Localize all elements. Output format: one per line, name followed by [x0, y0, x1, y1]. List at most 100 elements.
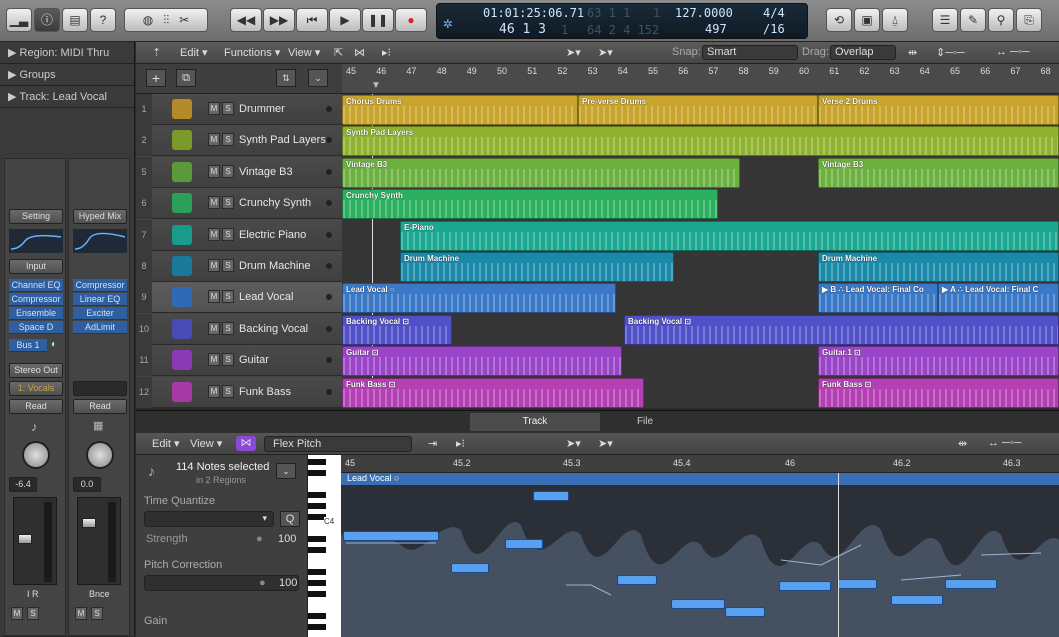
- track-mute-button[interactable]: M: [208, 133, 220, 147]
- black-key[interactable]: [308, 580, 326, 586]
- track-solo-button[interactable]: S: [222, 353, 234, 367]
- plugin-slot-2[interactable]: Compressor: [9, 293, 63, 306]
- editor-region-header[interactable]: Lead Vocal ○: [341, 473, 1059, 485]
- flex-pitch-editor[interactable]: 45 45.2 45.3 45.4 46 46.2 46.3 Lead Vocal ○: [341, 455, 1059, 637]
- track-icon[interactable]: [172, 224, 192, 245]
- record-enable-icon[interactable]: [326, 137, 332, 144]
- playhead-marker-icon[interactable]: ▼: [371, 80, 381, 91]
- send-knob-icon[interactable]: ◐: [51, 339, 57, 350]
- track-header-guitar[interactable]: 11 M S Guitar: [136, 345, 342, 377]
- mute-button[interactable]: M: [11, 607, 23, 620]
- pitch-note[interactable]: [779, 581, 831, 591]
- plugin-slot-3[interactable]: Exciter: [73, 307, 127, 320]
- stop-button[interactable]: ❚❚: [362, 8, 394, 32]
- pitch-slider-knob[interactable]: ●: [259, 577, 266, 589]
- track-icon[interactable]: [172, 256, 192, 276]
- group-slot[interactable]: [73, 381, 127, 396]
- back-arrow-icon[interactable]: ⇡: [152, 46, 161, 59]
- catch-icon[interactable]: ⇥: [428, 437, 437, 450]
- record-enable-icon[interactable]: [326, 388, 332, 395]
- track-icon[interactable]: [172, 161, 192, 182]
- bar-ruler[interactable]: 45 46 47 48 49 50 51 52 53 54 55 56 57 58 59 60 61 62 63 64…: [342, 64, 1059, 94]
- drum-machine-region-2[interactable]: Drum Machine: [818, 252, 1059, 282]
- horizontal-zoom-slider[interactable]: ↔ ─◦─: [996, 46, 1030, 58]
- track-list-button[interactable]: ⌄: [308, 69, 328, 87]
- waveform-zoom-icon[interactable]: ⇹: [908, 46, 917, 59]
- record-enable-icon[interactable]: [326, 325, 332, 332]
- count-in-button[interactable]: ▣: [854, 8, 880, 32]
- eq-thumbnail[interactable]: [73, 229, 127, 253]
- pencil-tool-icon[interactable]: ➤▾: [598, 46, 613, 59]
- input-record-buttons[interactable]: I R: [27, 589, 39, 599]
- edit-menu[interactable]: Edit ▾: [180, 46, 208, 59]
- volume-readout[interactable]: -6.4: [9, 477, 37, 492]
- rewind-button[interactable]: ◀◀: [230, 8, 262, 32]
- guitar-region-1[interactable]: Guitar ⊡: [342, 346, 622, 377]
- drum-machine-region-1[interactable]: Drum Machine: [400, 252, 674, 282]
- lead-vocal-region[interactable]: Lead Vocal ○: [342, 283, 616, 314]
- output-button[interactable]: Stereo Out: [9, 363, 63, 378]
- track-lanes[interactable]: Chorus Drums Pre-verse Drums Verse 2 Drums…: [342, 94, 1059, 408]
- black-key[interactable]: [308, 503, 326, 509]
- setting-button[interactable]: Hyped Mix: [73, 209, 127, 224]
- pitch-note[interactable]: [671, 599, 725, 609]
- track-icon[interactable]: [172, 99, 192, 119]
- vertical-zoom-slider[interactable]: ⇕─◦─: [936, 46, 965, 59]
- funk-bass-region-1[interactable]: Funk Bass ⊡: [342, 377, 644, 408]
- add-track-button[interactable]: +: [146, 69, 166, 87]
- track-solo-button[interactable]: S: [222, 227, 234, 241]
- track-mute-button[interactable]: M: [208, 102, 220, 115]
- pitch-waveform[interactable]: [341, 485, 1059, 637]
- toolbar-button[interactable]: ▤: [62, 8, 88, 32]
- group-button[interactable]: 1: Vocals: [9, 381, 63, 396]
- crunchy-synth-region[interactable]: Crunchy Synth: [342, 189, 718, 220]
- track-solo-button[interactable]: S: [222, 290, 234, 304]
- track-header-vintage-b3[interactable]: 5 M S Vintage B3: [136, 156, 342, 188]
- black-key[interactable]: [308, 536, 326, 542]
- epiano-region[interactable]: E-Piano: [400, 220, 1059, 251]
- black-key[interactable]: [308, 459, 326, 465]
- track-mute-button[interactable]: M: [208, 384, 220, 398]
- editor-edit-menu[interactable]: Edit ▾: [152, 437, 180, 450]
- functions-menu[interactable]: Functions ▾: [224, 46, 280, 59]
- track-inspector-header[interactable]: ▶ Track: Lead Vocal: [0, 86, 134, 108]
- record-enable-icon[interactable]: [326, 200, 332, 207]
- track-solo-button[interactable]: S: [222, 384, 234, 398]
- pitch-note[interactable]: [533, 491, 569, 501]
- pitch-note[interactable]: [725, 607, 765, 617]
- editor-ruler[interactable]: 45 45.2 45.3 45.4 46 46.2 46.3: [341, 455, 1059, 473]
- region-inspector-header[interactable]: ▶ Region: MIDI Thru: [0, 42, 134, 64]
- plugin-slot-2[interactable]: Linear EQ: [73, 293, 127, 306]
- track-mute-button[interactable]: M: [208, 164, 220, 178]
- track-header-funk-bass[interactable]: 12 M S Funk Bass: [136, 376, 342, 408]
- plugin-slot-3[interactable]: Ensemble: [9, 307, 63, 320]
- track-mute-button[interactable]: M: [208, 259, 220, 272]
- pitch-note[interactable]: [451, 563, 489, 573]
- black-key[interactable]: [308, 470, 326, 476]
- track-icon[interactable]: [172, 130, 192, 151]
- collapse-button[interactable]: ⌄: [276, 463, 296, 479]
- pitch-note[interactable]: [617, 575, 657, 585]
- track-mute-button[interactable]: M: [208, 290, 220, 304]
- preverse-drums-region[interactable]: Pre-verse Drums: [578, 95, 818, 125]
- funk-bass-region-2[interactable]: Funk Bass ⊡: [818, 377, 1059, 408]
- go-to-beginning-button[interactable]: ⏮: [296, 8, 328, 32]
- flex-mode-select[interactable]: Flex Pitch: [264, 436, 412, 452]
- track-icon[interactable]: [172, 381, 192, 402]
- pan-knob[interactable]: [86, 441, 114, 469]
- pitch-note[interactable]: [837, 579, 877, 589]
- duplicate-track-button[interactable]: ⧉: [176, 69, 196, 87]
- setting-button[interactable]: Setting: [9, 209, 63, 224]
- smart-controls-icon[interactable]: ◍: [143, 13, 153, 27]
- library-button[interactable]: ▁▃: [6, 8, 32, 32]
- vintage-b3-region-2[interactable]: Vintage B3: [818, 157, 1059, 188]
- record-enable-icon[interactable]: [326, 231, 332, 238]
- global-tracks-button[interactable]: ⇅: [276, 69, 296, 87]
- pitch-note[interactable]: [891, 595, 943, 605]
- backing-vocal-region-2[interactable]: Backing Vocal ⊡: [624, 314, 1059, 345]
- strength-value[interactable]: 100: [278, 533, 296, 545]
- record-enable-icon[interactable]: [326, 357, 332, 364]
- inspector-button[interactable]: ⓘ: [34, 8, 60, 32]
- waveform-zoom-icon[interactable]: ⇹: [958, 437, 967, 450]
- track-mute-button[interactable]: M: [208, 353, 220, 367]
